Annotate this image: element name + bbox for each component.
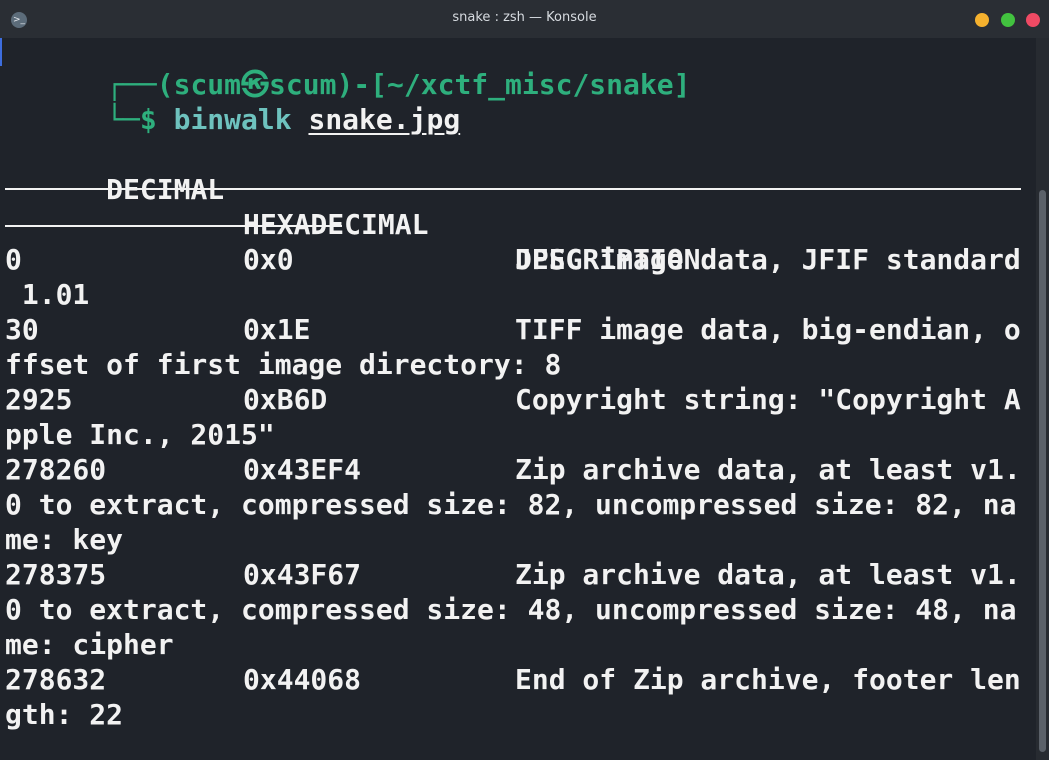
row-hex: 0x1E: [243, 313, 311, 346]
row-description: Zip archive data, at least v1.: [515, 558, 1021, 591]
row-hex: 0x44068: [243, 663, 362, 696]
row-decimal: 0: [5, 243, 22, 276]
command-line: └─$ binwalk snake.jpg: [5, 67, 460, 136]
row-description: End of Zip archive, footer len: [515, 663, 1021, 696]
row-description-wrap: ffset of first image directory: 8: [5, 348, 562, 381]
minimize-button[interactable]: [975, 13, 989, 27]
maximize-button[interactable]: [1001, 13, 1015, 27]
terminal-output[interactable]: ┌──(scum㉿scum)-[~/xctf_misc/snake] └─$ b…: [0, 38, 1036, 760]
row-hex: 0x43F67: [243, 558, 362, 591]
row-decimal: 30: [5, 313, 39, 346]
header-rule: [5, 188, 1021, 190]
row-hex: 0x43EF4: [243, 453, 362, 486]
row-hex: 0x0: [243, 243, 294, 276]
prompt-marker: [0, 38, 2, 66]
scrollbar-thumb[interactable]: [1039, 190, 1046, 752]
row-description: Copyright string: "Copyright A: [515, 383, 1021, 416]
row-decimal: 278260: [5, 453, 107, 486]
row-decimal: 2925: [5, 383, 73, 416]
prompt-line: ┌──(scum㉿scum)-[~/xctf_misc/snake]: [5, 38, 690, 101]
row-hex: 0xB6D: [243, 383, 328, 416]
konsole-window: >_ snake : zsh — Konsole ┌──(scum㉿scum)-…: [0, 0, 1049, 760]
row-decimal: 278632: [5, 663, 107, 696]
command-argument: snake.jpg: [308, 103, 461, 136]
header-rule-wrap: [5, 225, 342, 227]
row-description: JPEG image data, JFIF standard: [515, 243, 1021, 276]
output-header: DECIMAL HEXADECIMAL DESCRIPTION: [5, 137, 700, 276]
row-description-wrap: pple Inc., 2015": [5, 418, 275, 451]
row-description-wrap: me: cipher: [5, 628, 174, 661]
close-button[interactable]: [1026, 13, 1040, 27]
row-description: Zip archive data, at least v1.: [515, 453, 1021, 486]
vertical-scrollbar[interactable]: [1036, 38, 1049, 760]
prompt-symbol: └─$: [106, 103, 157, 136]
title-bar[interactable]: >_ snake : zsh — Konsole: [0, 0, 1049, 39]
row-description-wrap: 0 to extract, compressed size: 48, uncom…: [5, 593, 1017, 626]
row-description-wrap: 0 to extract, compressed size: 82, uncom…: [5, 488, 1017, 521]
row-description-wrap: me: key: [5, 523, 124, 556]
row-decimal: 278375: [5, 558, 107, 591]
command-name: binwalk: [173, 103, 292, 136]
window-title: snake : zsh — Konsole: [452, 10, 597, 25]
row-description: TIFF image data, big-endian, o: [515, 313, 1021, 346]
row-description-wrap: 1.01: [5, 278, 90, 311]
row-description-wrap: gth: 22: [5, 698, 124, 731]
